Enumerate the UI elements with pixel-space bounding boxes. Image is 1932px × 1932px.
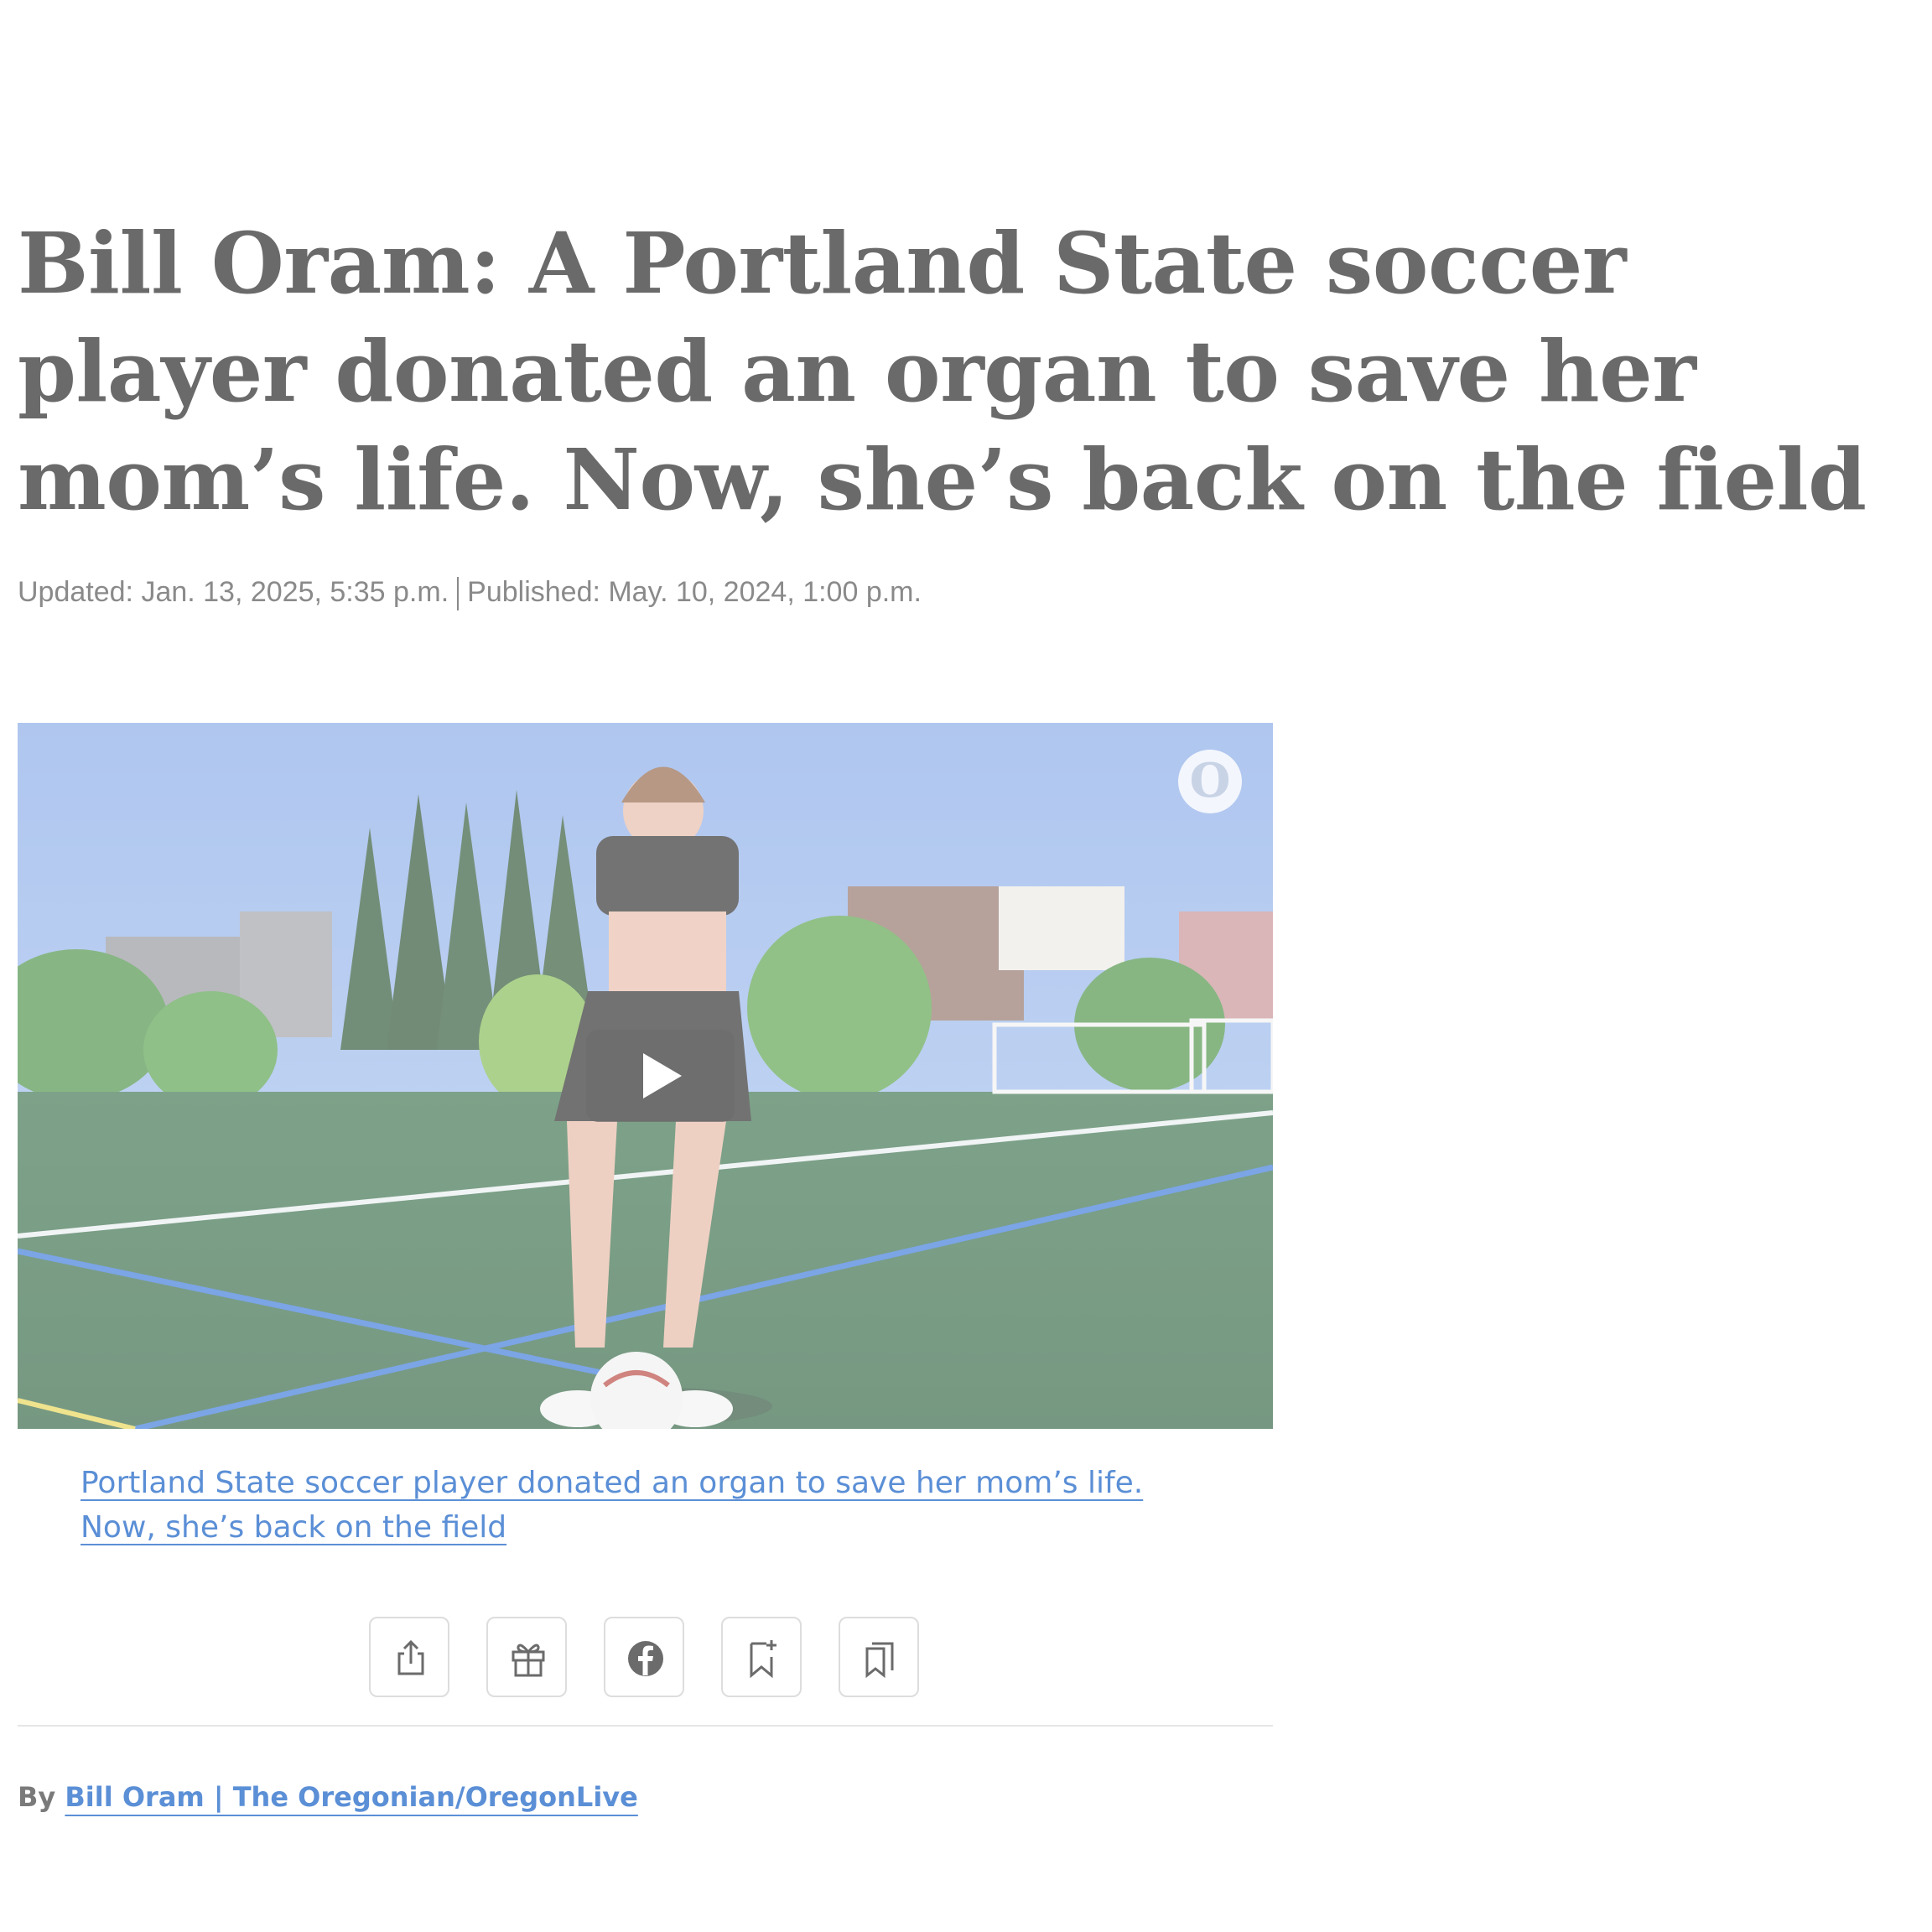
facebook-share-button[interactable] bbox=[604, 1617, 684, 1697]
published-timestamp: Published: May. 10, 2024, 1:00 p.m. bbox=[467, 576, 922, 608]
byline-prefix: By bbox=[18, 1781, 56, 1813]
article-headline: Bill Oram: A Portland State soccer playe… bbox=[18, 214, 1867, 529]
save-bookmark-button[interactable] bbox=[721, 1617, 802, 1697]
play-icon bbox=[643, 1053, 682, 1098]
share-icon bbox=[397, 1639, 424, 1675]
video-caption-link[interactable]: Portland State soccer player donated an … bbox=[80, 1466, 1143, 1545]
bookmark-add-icon bbox=[750, 1640, 776, 1679]
video-player[interactable]: O bbox=[18, 723, 1273, 1429]
gift-article-button[interactable] bbox=[486, 1617, 567, 1697]
saved-bookmarks-button[interactable] bbox=[839, 1617, 919, 1697]
gift-icon bbox=[512, 1644, 545, 1677]
byline: By Bill Oram | The Oregonian/OregonLive bbox=[18, 1778, 638, 1816]
timestamp-divider bbox=[457, 577, 460, 611]
article-timestamps: Updated: Jan. 13, 2025, 5:35 p.m. Publish… bbox=[18, 575, 922, 611]
play-button[interactable] bbox=[586, 1030, 735, 1122]
facebook-icon bbox=[628, 1641, 663, 1676]
oregonian-logo-icon: O bbox=[1178, 750, 1242, 813]
share-button[interactable] bbox=[369, 1617, 449, 1697]
bookmarks-icon bbox=[865, 1642, 894, 1679]
video-caption: Portland State soccer player donated an … bbox=[80, 1461, 1196, 1550]
updated-timestamp: Updated: Jan. 13, 2025, 5:35 p.m. bbox=[18, 576, 449, 608]
section-divider bbox=[18, 1725, 1273, 1727]
author-link[interactable]: Bill Oram | The Oregonian/OregonLive bbox=[65, 1781, 637, 1813]
